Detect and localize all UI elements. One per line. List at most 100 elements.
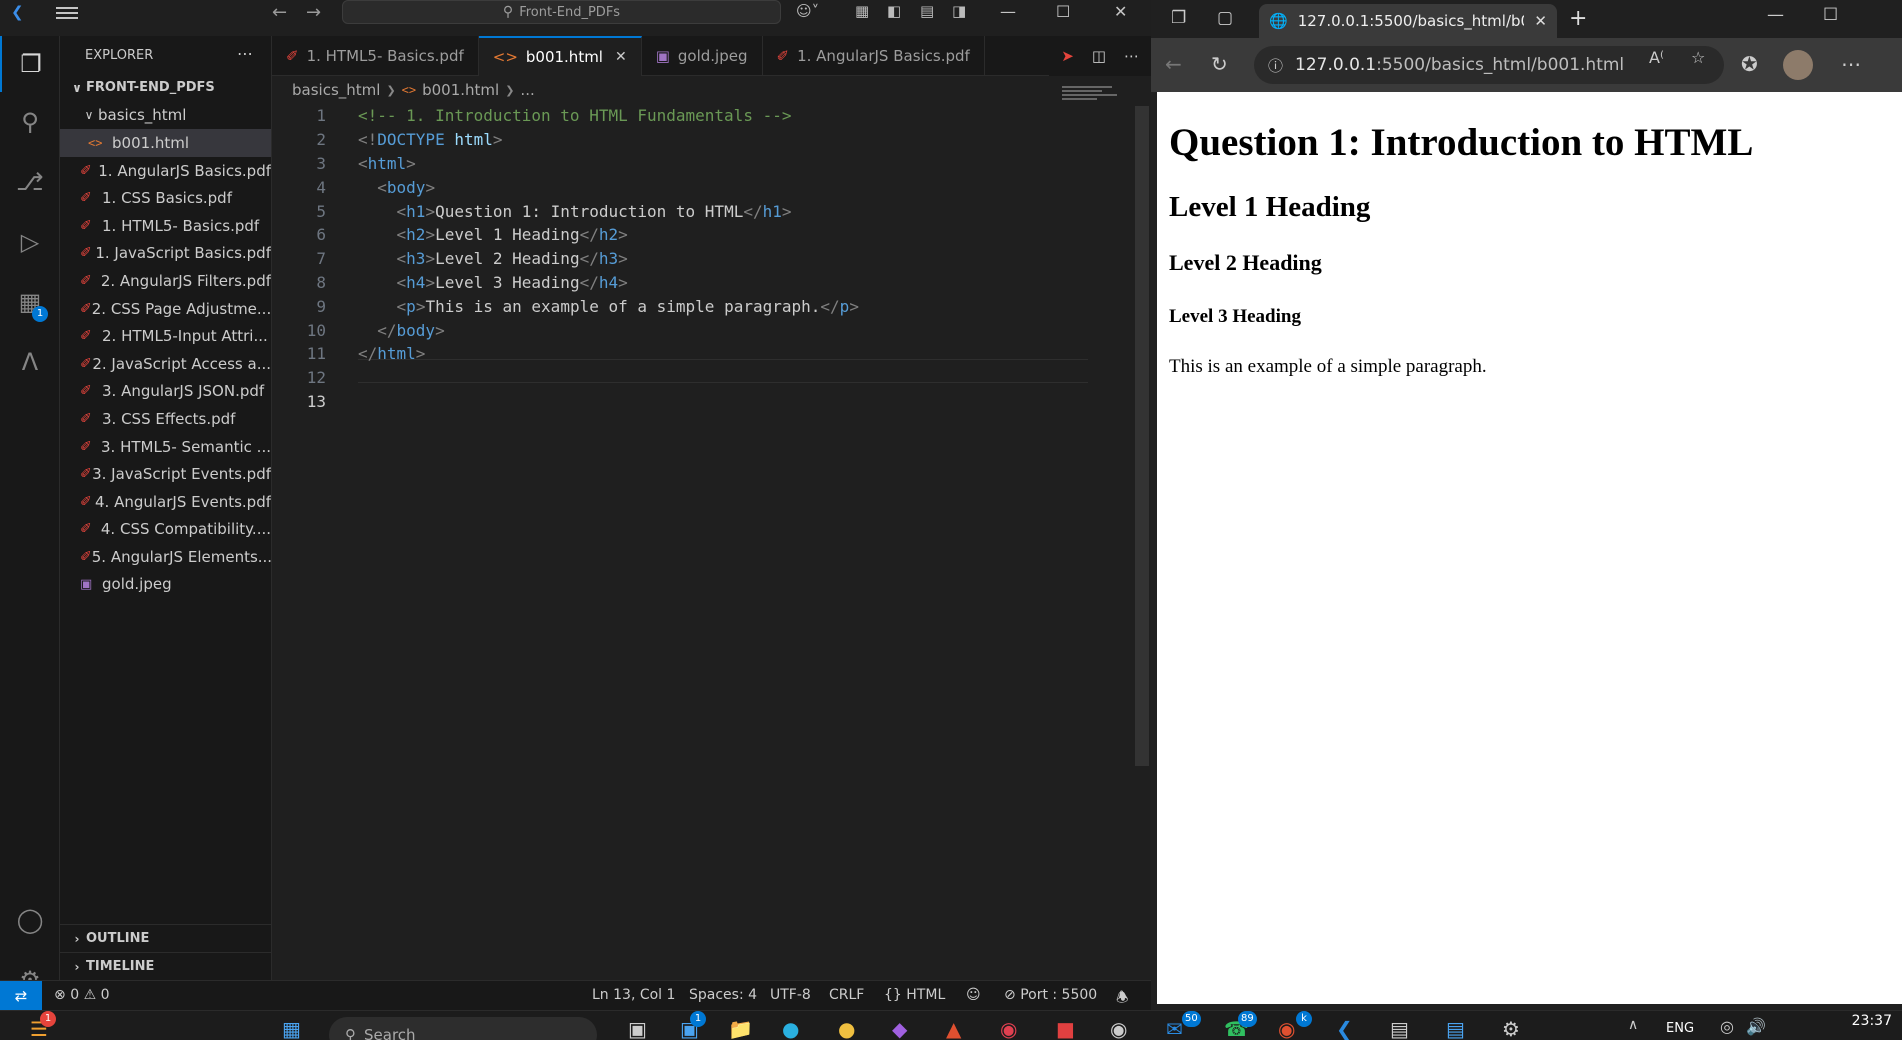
editor-tab[interactable]: ✐ 1. HTML5- Basics.pdf: [272, 36, 479, 76]
chrome-icon[interactable]: ◉: [1110, 1017, 1127, 1040]
maximize-icon[interactable]: ☐: [1823, 5, 1838, 25]
toggle-secondary-sidebar-icon[interactable]: ◨: [952, 2, 966, 20]
explorer-file-item[interactable]: ✐ 2. AngularJS Filters.pdf: [60, 267, 271, 295]
split-editor-icon[interactable]: ◫: [1092, 47, 1106, 65]
run-debug-icon[interactable]: ▷: [0, 214, 60, 270]
file-explorer-icon[interactable]: 📁: [728, 1017, 753, 1040]
copilot-status-icon[interactable]: ☺: [966, 987, 981, 1003]
app-icon[interactable]: ◆: [892, 1017, 907, 1040]
vscode-taskbar-icon[interactable]: ❮: [1336, 1017, 1353, 1040]
outline-section[interactable]: › OUTLINE: [60, 924, 272, 953]
encoding[interactable]: UTF-8: [770, 987, 811, 1003]
notepad-icon[interactable]: ▤: [1446, 1017, 1465, 1040]
editor-scrollbar[interactable]: [1135, 106, 1149, 966]
indentation[interactable]: Spaces: 4: [689, 987, 757, 1003]
start-icon[interactable]: ▦: [282, 1017, 301, 1040]
wifi-icon[interactable]: ◎: [1720, 1017, 1734, 1036]
language-indicator[interactable]: ENG: [1666, 1021, 1694, 1036]
folder-basics-html[interactable]: ∨ basics_html: [60, 102, 271, 130]
taskbar-search[interactable]: ⚲ Search: [329, 1017, 597, 1040]
tab-actions-icon[interactable]: ▢: [1217, 8, 1233, 28]
editor-tab[interactable]: ✐ 1. AngularJS Basics.pdf: [763, 36, 985, 76]
workspaces-icon[interactable]: ❐: [1171, 8, 1186, 28]
search-icon[interactable]: ⚲: [0, 94, 60, 150]
favorite-star-icon[interactable]: ☆: [1691, 48, 1705, 67]
read-aloud-icon[interactable]: A⁽: [1649, 48, 1664, 67]
language-mode[interactable]: {} HTML: [884, 987, 945, 1003]
new-tab-button[interactable]: +: [1569, 6, 1587, 31]
app-icon[interactable]: ■: [1056, 1017, 1075, 1040]
favorites-icon[interactable]: ✪: [1741, 52, 1758, 76]
breadcrumb-folder[interactable]: basics_html: [292, 81, 380, 99]
toggle-sidebar-icon[interactable]: ◧: [887, 2, 901, 20]
chrome-profile-icon[interactable]: ◉: [1278, 1017, 1295, 1040]
source-control-icon[interactable]: ⎇: [0, 154, 60, 210]
clock[interactable]: 23:37: [1852, 1013, 1892, 1029]
app-icon[interactable]: ▲: [946, 1017, 961, 1040]
editor-tab[interactable]: <> b001.html ✕: [478, 36, 642, 76]
explorer-file-item[interactable]: ✐ 4. AngularJS Events.pdf: [60, 488, 271, 516]
site-info-icon[interactable]: ⓘ: [1268, 55, 1283, 76]
close-tab-icon[interactable]: ✕: [1534, 12, 1547, 30]
settings-more-icon[interactable]: ⋯: [1841, 52, 1861, 76]
close-window-icon[interactable]: ✕: [1114, 2, 1127, 21]
timeline-section[interactable]: › TIMELINE: [60, 952, 272, 981]
minimap[interactable]: [1062, 86, 1122, 116]
browser-tab-active[interactable]: 🌐 127.0.0.1:5500/basics_html/b001. ✕: [1259, 4, 1557, 38]
explorer-file-item[interactable]: ✐ 2. JavaScript Access a...: [60, 350, 271, 378]
volume-icon[interactable]: 🔊: [1746, 1017, 1766, 1036]
edge-icon[interactable]: ●: [782, 1017, 799, 1040]
cursor-position[interactable]: Ln 13, Col 1: [592, 987, 675, 1003]
explorer-file-item[interactable]: ✐ 1. CSS Basics.pdf: [60, 184, 271, 212]
explorer-file-item[interactable]: ✐ 5. AngularJS Elements...: [60, 543, 271, 571]
accounts-icon[interactable]: ◯: [0, 892, 60, 948]
file-b001-html[interactable]: <> b001.html: [60, 129, 271, 157]
customize-layout-icon[interactable]: ▦: [855, 2, 869, 20]
explorer-file-item[interactable]: ✐ 4. CSS Compatibility....: [60, 516, 271, 544]
explorer-file-item[interactable]: ✐ 3. AngularJS JSON.pdf: [60, 378, 271, 406]
workspace-root[interactable]: ∨ FRONT-END_PDFS: [60, 74, 271, 102]
breadcrumb-more[interactable]: ...: [520, 81, 534, 99]
editor-tab[interactable]: ▣ gold.jpeg: [642, 36, 763, 76]
explorer-file-item[interactable]: ✐ 2. CSS Page Adjustme...: [60, 295, 271, 323]
explorer-file-item[interactable]: ✐ 3. CSS Effects.pdf: [60, 405, 271, 433]
profile-avatar[interactable]: [1783, 50, 1813, 80]
task-view-icon[interactable]: ▣: [628, 1017, 647, 1040]
command-center-search[interactable]: ⚲ Front-End_PDFs: [342, 0, 781, 24]
refresh-icon[interactable]: ↻: [1211, 52, 1228, 76]
scrollbar-thumb[interactable]: [1135, 106, 1149, 766]
mail-icon[interactable]: ✉: [1166, 1017, 1183, 1040]
tray-chevron-icon[interactable]: ∧: [1628, 1017, 1638, 1033]
back-icon[interactable]: ←: [1165, 52, 1182, 76]
minimize-icon[interactable]: —: [1000, 2, 1016, 21]
settings-icon[interactable]: ⚙: [1502, 1017, 1520, 1040]
live-server-port[interactable]: ⊘ Port : 5500: [1004, 987, 1097, 1003]
pinterest-icon[interactable]: ◉: [1000, 1017, 1017, 1040]
explorer-icon[interactable]: ❐: [0, 36, 60, 92]
explorer-file-item[interactable]: ✐ 3. JavaScript Events.pdf: [60, 460, 271, 488]
minimize-icon[interactable]: —: [1767, 5, 1784, 25]
close-tab-icon[interactable]: ✕: [615, 49, 627, 65]
menu-icon[interactable]: [56, 4, 78, 20]
explorer-file-item[interactable]: ✐ 3. HTML5- Semantic ...: [60, 433, 271, 461]
forward-arrow-icon[interactable]: →: [306, 2, 321, 23]
line-ending[interactable]: CRLF: [829, 987, 864, 1003]
toggle-panel-icon[interactable]: ▤: [920, 2, 934, 20]
extensions-icon[interactable]: ▦ 1: [0, 274, 60, 330]
more-actions-icon[interactable]: ⋯: [237, 44, 253, 63]
explorer-file-item[interactable]: ✐ 2. HTML5-Input Attri...: [60, 322, 271, 350]
explorer-file-item[interactable]: ✐ 1. AngularJS Basics.pdf: [60, 157, 271, 185]
copilot-icon[interactable]: ☺˅: [796, 2, 819, 20]
explorer-file-item[interactable]: ✐ 1. JavaScript Basics.pdf: [60, 240, 271, 268]
back-arrow-icon[interactable]: ←: [272, 2, 287, 23]
more-actions-icon[interactable]: ⋯: [1124, 47, 1139, 65]
code-editor[interactable]: 1 <!-- 1. Introduction to HTML Fundamenta…: [272, 104, 1072, 413]
file-gold-jpeg[interactable]: ▣ gold.jpeg: [60, 571, 271, 599]
notifications-bell-icon[interactable]: 🕭: [1116, 987, 1129, 1011]
copilot-app-icon[interactable]: ●: [838, 1017, 855, 1040]
azure-icon[interactable]: Λ: [0, 334, 60, 390]
breadcrumb-file[interactable]: b001.html: [422, 81, 499, 99]
app-icon[interactable]: ▤: [1390, 1017, 1409, 1040]
problems-indicator[interactable]: ⊗ 0 ⚠ 0: [54, 987, 110, 1003]
explorer-file-item[interactable]: ✐ 1. HTML5- Basics.pdf: [60, 212, 271, 240]
